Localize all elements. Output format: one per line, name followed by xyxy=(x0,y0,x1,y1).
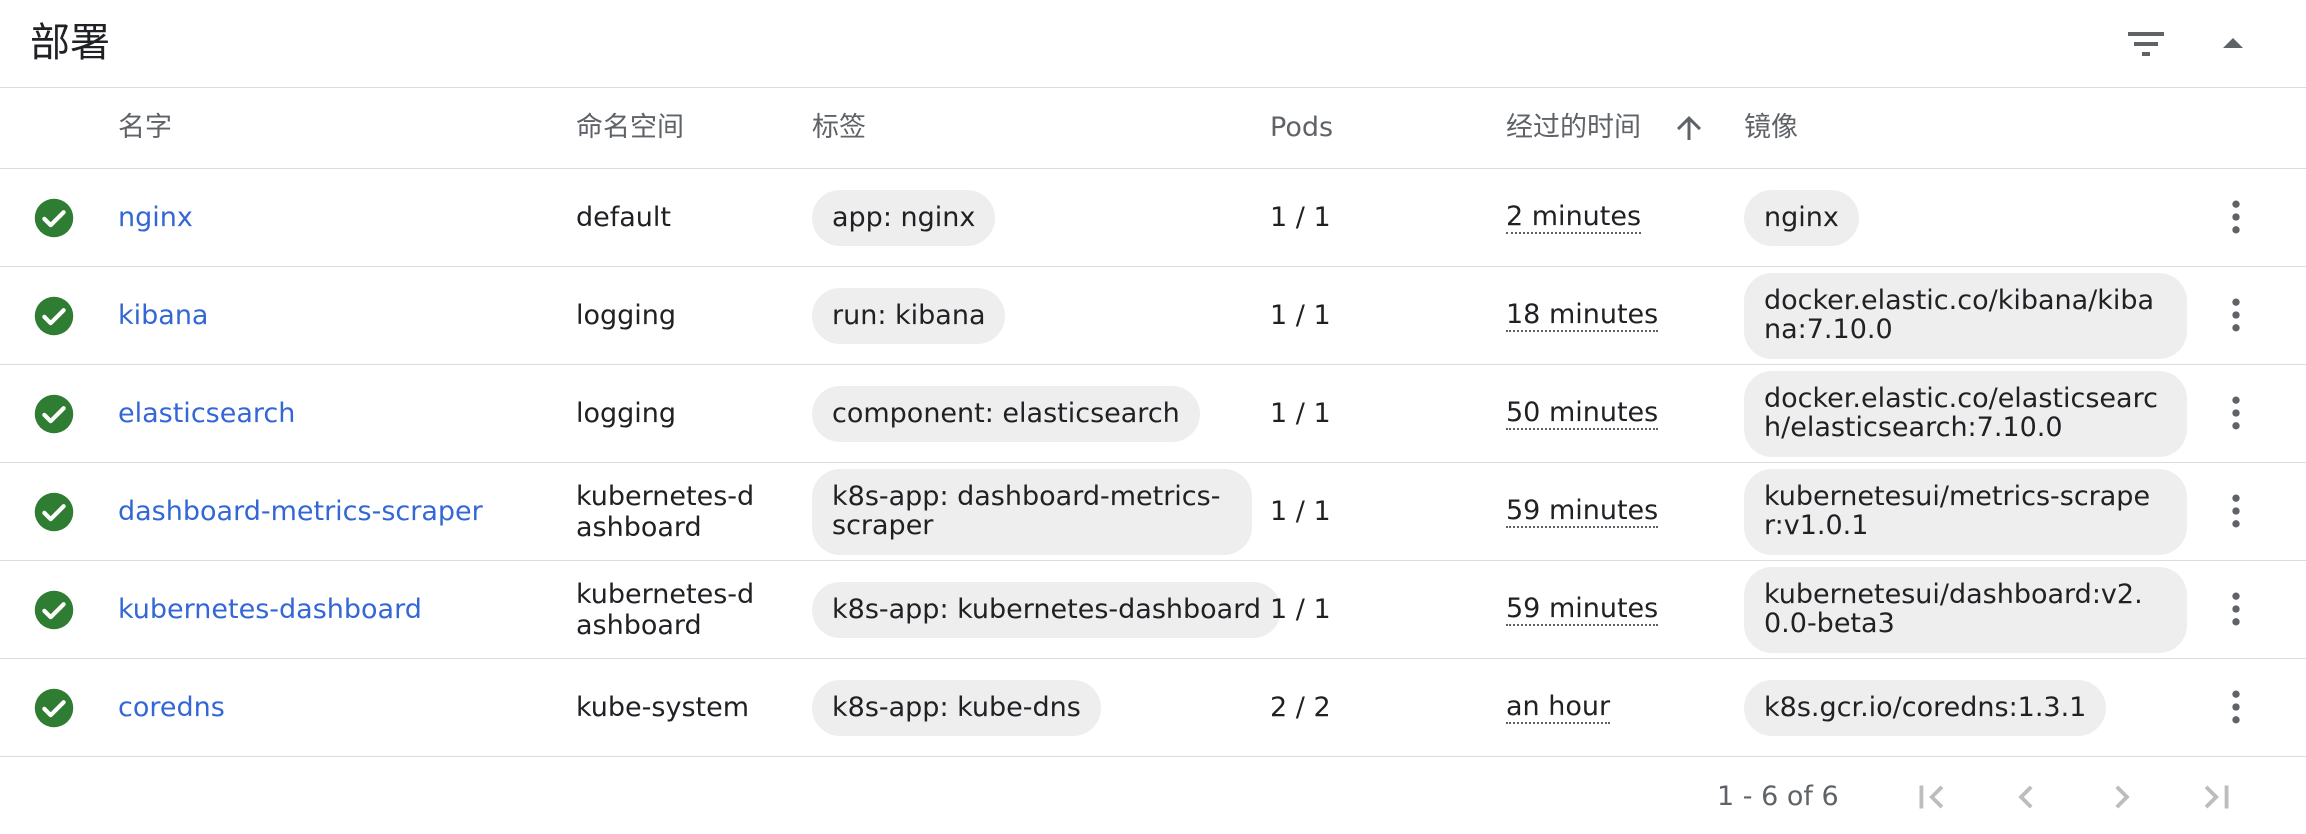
namespace-value: kubernetes-dashboard xyxy=(576,481,755,543)
namespace-value: kube-system xyxy=(576,692,750,723)
last-page-icon[interactable] xyxy=(2194,774,2240,820)
age-value[interactable]: an hour xyxy=(1506,692,1611,724)
namespace-value: default xyxy=(576,202,672,233)
label-chip: k8s-app: kubernetes-dashboard xyxy=(812,582,1281,638)
namespace-value: logging xyxy=(576,398,677,429)
more-vert-icon[interactable] xyxy=(2214,587,2258,631)
check-circle-icon xyxy=(33,393,75,435)
table-row: dashboard-metrics-scraper kubernetes-das… xyxy=(0,463,2306,561)
filter-list-icon[interactable] xyxy=(2122,20,2170,68)
more-vert-icon[interactable] xyxy=(2214,293,2258,337)
table-row: nginx default app: nginx 1 / 1 2 minutes… xyxy=(0,169,2306,267)
deployment-name-link[interactable]: kubernetes-dashboard xyxy=(118,594,422,625)
table-header: 名字 命名空间 标签 Pods 经过的时间 镜像 xyxy=(0,88,2306,169)
pods-value: 2 / 2 xyxy=(1270,692,1331,723)
card-title: 部署 xyxy=(30,20,110,66)
image-chip: docker.elastic.co/kibana/kibana:7.10.0 xyxy=(1744,273,2187,359)
pagination-range: 1 - 6 of 6 xyxy=(1717,781,1839,812)
label-chip: component: elasticsearch xyxy=(812,386,1200,442)
pods-value: 1 / 1 xyxy=(1270,496,1331,527)
table-row: coredns kube-system k8s-app: kube-dns 2 … xyxy=(0,659,2306,757)
pods-value: 1 / 1 xyxy=(1270,300,1331,331)
pods-value: 1 / 1 xyxy=(1270,594,1331,625)
paginator: 1 - 6 of 6 xyxy=(0,756,2306,834)
check-circle-icon xyxy=(33,589,75,631)
check-circle-icon xyxy=(33,687,75,729)
label-chip: k8s-app: dashboard-metrics-scraper xyxy=(812,469,1252,555)
check-circle-icon xyxy=(33,491,75,533)
image-chip: kubernetesui/metrics-scraper:v1.0.1 xyxy=(1744,469,2187,555)
column-header-labels: 标签 xyxy=(812,112,866,143)
column-header-pods: Pods xyxy=(1270,112,1334,143)
deployments-card: 部署 名字 命名空间 标签 Pods 经过的时间 镜像 nginx defaul… xyxy=(0,0,2306,834)
image-chip: kubernetesui/dashboard:v2.0.0-beta3 xyxy=(1744,567,2187,653)
deployment-name-link[interactable]: kibana xyxy=(118,300,208,331)
age-value[interactable]: 2 minutes xyxy=(1506,202,1642,234)
more-vert-icon[interactable] xyxy=(2214,489,2258,533)
image-chip: nginx xyxy=(1744,190,1859,246)
arrow-drop-up-icon[interactable] xyxy=(2209,20,2257,68)
age-value[interactable]: 59 minutes xyxy=(1506,496,1659,528)
age-value[interactable]: 50 minutes xyxy=(1506,398,1659,430)
first-page-icon[interactable] xyxy=(1908,774,1954,820)
namespace-value: logging xyxy=(576,300,677,331)
column-header-namespace[interactable]: 命名空间 xyxy=(576,108,684,148)
deployment-name-link[interactable]: coredns xyxy=(118,692,225,723)
more-vert-icon[interactable] xyxy=(2214,195,2258,239)
column-header-images: 镜像 xyxy=(1744,112,1798,143)
arrow-upward-icon[interactable] xyxy=(1671,110,1707,146)
deployment-name-link[interactable]: elasticsearch xyxy=(118,398,295,429)
namespace-value: kubernetes-dashboard xyxy=(576,579,755,641)
chevron-left-icon[interactable] xyxy=(2003,774,2049,820)
pods-value: 1 / 1 xyxy=(1270,202,1331,233)
deployment-name-link[interactable]: dashboard-metrics-scraper xyxy=(118,496,483,527)
table-row: elasticsearch logging component: elastic… xyxy=(0,365,2306,463)
label-chip: app: nginx xyxy=(812,190,996,246)
age-value[interactable]: 18 minutes xyxy=(1506,300,1659,332)
label-chip: run: kibana xyxy=(812,288,1006,344)
image-chip: k8s.gcr.io/coredns:1.3.1 xyxy=(1744,680,2107,736)
chevron-right-icon[interactable] xyxy=(2099,774,2145,820)
label-chip: k8s-app: kube-dns xyxy=(812,680,1101,736)
column-header-age[interactable]: 经过的时间 xyxy=(1506,108,1641,148)
card-header: 部署 xyxy=(0,0,2306,88)
check-circle-icon xyxy=(33,197,75,239)
more-vert-icon[interactable] xyxy=(2214,685,2258,729)
more-vert-icon[interactable] xyxy=(2214,391,2258,435)
age-value[interactable]: 59 minutes xyxy=(1506,594,1659,626)
table-row: kubernetes-dashboard kubernetes-dashboar… xyxy=(0,561,2306,659)
column-header-name[interactable]: 名字 xyxy=(118,108,172,148)
image-chip: docker.elastic.co/elasticsearch/elastics… xyxy=(1744,371,2187,457)
check-circle-icon xyxy=(33,295,75,337)
table-row: kibana logging run: kibana 1 / 1 18 minu… xyxy=(0,267,2306,365)
pods-value: 1 / 1 xyxy=(1270,398,1331,429)
deployment-name-link[interactable]: nginx xyxy=(118,202,193,233)
